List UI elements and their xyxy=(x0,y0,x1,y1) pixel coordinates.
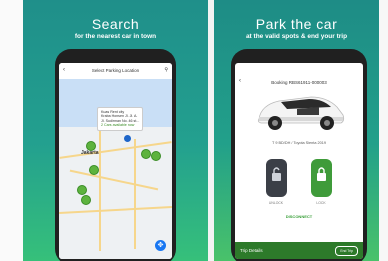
parking-pin[interactable] xyxy=(86,141,96,151)
booking-title: Booking RBS61911-000003 xyxy=(271,80,327,85)
lock-key-button[interactable] xyxy=(311,159,332,197)
park-headline: Park the car xyxy=(255,16,338,32)
parking-pin[interactable] xyxy=(141,149,151,159)
phone-screen-booking: ‹ Booking RBS61911-000003 T 9 BD/DH / To… xyxy=(235,63,363,259)
unlock-key-button[interactable] xyxy=(266,159,287,197)
tooltip-line: 2 Cars available now xyxy=(101,123,135,128)
current-location-icon xyxy=(124,135,131,142)
search-promo-panel: Search for the nearest car in town ‹ Sel… xyxy=(23,0,208,261)
park-promo-panel: Park the car at the valid spots & end yo… xyxy=(214,0,379,261)
trip-details-label: Trip Details xyxy=(240,248,263,253)
lock-open-icon xyxy=(272,167,281,181)
parking-map[interactable]: Kuas Rent city Kraba Honsen Jl. Jl. A. J… xyxy=(59,79,172,259)
end-trip-button[interactable]: End Trip xyxy=(335,246,358,256)
phone-frame: ‹ Select Parking Location ⚲ Kuas Rent ci… xyxy=(55,49,176,261)
app-bar: ‹ Select Parking Location ⚲ xyxy=(59,63,172,80)
parking-pin[interactable] xyxy=(77,185,87,195)
disconnect-link[interactable]: DISCONNECT xyxy=(235,214,363,219)
map-road xyxy=(59,206,172,214)
car-image xyxy=(257,96,345,130)
search-headline: Search xyxy=(91,16,140,32)
parking-pin[interactable] xyxy=(151,151,161,161)
app-bar-title: Select Parking Location xyxy=(91,68,140,73)
lock-key-label: LOCK xyxy=(316,201,326,205)
phone-frame: ‹ Booking RBS61911-000003 T 9 BD/DH / To… xyxy=(231,49,367,261)
trip-details-bar[interactable]: Trip Details End Trip xyxy=(235,242,363,259)
status-bar xyxy=(235,63,363,70)
map-road xyxy=(134,139,136,249)
map-road xyxy=(99,131,101,251)
search-subhead: for the nearest car in town xyxy=(74,33,157,40)
left-margin xyxy=(0,0,23,261)
park-subhead: at the valid spots & end your trip xyxy=(245,33,348,40)
parking-pin[interactable] xyxy=(81,195,91,205)
phone-screen-map: ‹ Select Parking Location ⚲ Kuas Rent ci… xyxy=(59,63,172,259)
right-margin xyxy=(379,0,388,261)
unlock-key-label: UNLOCK xyxy=(268,201,284,205)
car-plate-model: T 9 BD/DH / Toyota Sienta 2019 xyxy=(272,141,326,145)
filter-icon[interactable]: ⚲ xyxy=(164,67,168,73)
location-tooltip[interactable]: Kuas Rent city Kraba Honsen Jl. Jl. A. J… xyxy=(97,107,144,131)
locate-me-button[interactable]: ✥ xyxy=(155,240,166,251)
parking-pin[interactable] xyxy=(89,165,99,175)
lock-closed-icon xyxy=(317,167,326,181)
